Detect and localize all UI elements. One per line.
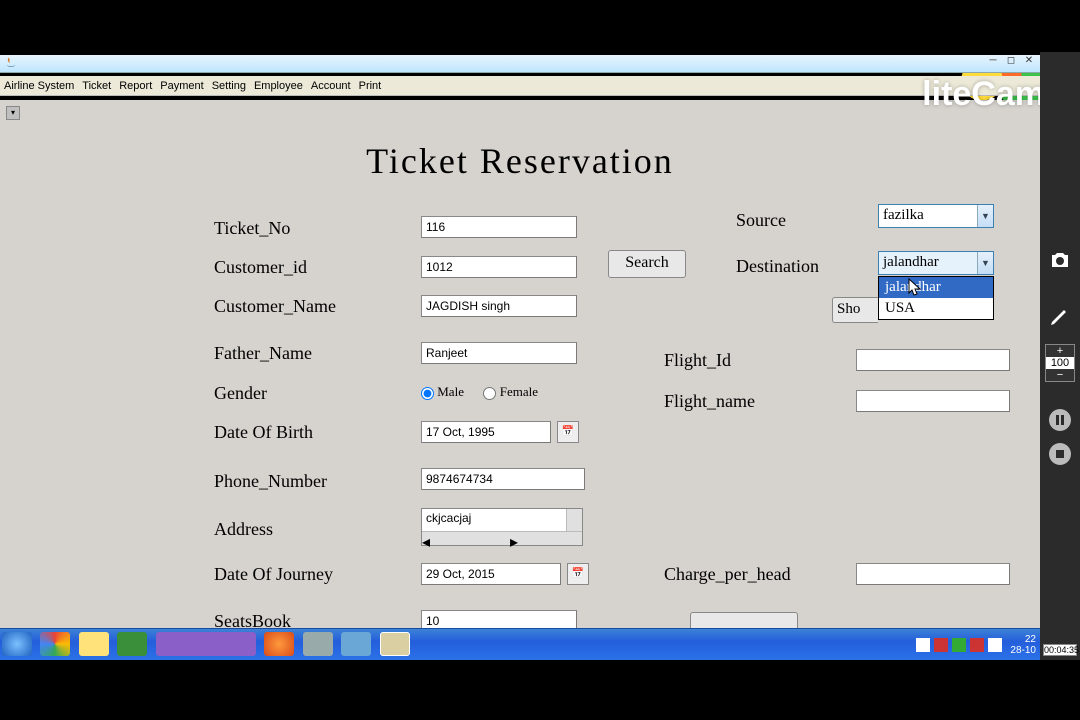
app-icon-1[interactable] [117,632,147,656]
pencil-icon[interactable] [1045,304,1075,334]
doj-input[interactable] [421,563,561,585]
source-value: fazilka [883,207,924,224]
java-icon [4,56,18,70]
stop-icon[interactable] [1045,442,1075,472]
flight-id-input[interactable] [856,349,1010,371]
destination-combo[interactable]: jalandhar ▼ [878,251,994,275]
customer-id-input[interactable] [421,256,577,278]
record-timer: 00:04:35 [1043,644,1077,656]
litecam-watermark: liteCam [922,75,1045,114]
gender-female-label: Female [500,384,538,399]
chrome-icon[interactable] [40,632,70,656]
label-customer-id: Customer_id [214,257,307,278]
menu-account[interactable]: Account [311,80,351,92]
label-phone: Phone_Number [214,471,327,492]
label-address: Address [214,519,273,540]
app-icon-2[interactable] [303,632,333,656]
address-text: ckjcacjaj [426,511,471,525]
menu-payment[interactable]: Payment [160,80,203,92]
dob-input[interactable] [421,421,551,443]
dob-calendar-icon[interactable]: 📅 [557,421,579,443]
charge-input[interactable] [856,563,1010,585]
toolbar: ▾ [0,100,1040,120]
customer-name-input[interactable] [421,295,577,317]
label-destination: Destination [736,256,819,277]
label-flight-id: Flight_Id [664,350,731,371]
gender-male-label: Male [437,384,464,399]
letterbox-bottom [0,660,1080,720]
toolbar-dropdown-icon[interactable]: ▾ [6,106,20,120]
label-source: Source [736,210,786,231]
zoom-in-icon[interactable]: + [1046,345,1074,357]
menubar: Airline System Ticket Report Payment Set… [0,76,1040,96]
menu-report[interactable]: Report [119,80,152,92]
clock-date: 28-10 [1010,645,1036,656]
address-scroll-horizontal[interactable]: ◂ ▸ [422,531,582,545]
taskbar: 22 28-10 [0,628,1040,660]
gender-male-radio[interactable] [421,387,434,400]
address-scroll-vertical[interactable] [566,509,582,531]
tray-icon[interactable] [916,638,930,652]
dropdown-option-usa[interactable]: USA [879,298,993,319]
menu-employee[interactable]: Employee [254,80,303,92]
clock-time: 22 [1010,634,1036,645]
label-ticket-no: Ticket_No [214,218,290,239]
volume-icon[interactable] [988,638,1002,652]
label-doj: Date Of Journey [214,564,333,585]
chevron-down-icon: ▼ [977,205,993,227]
system-tray: 22 28-10 [914,629,1036,661]
menu-ticket[interactable]: Ticket [82,80,111,92]
label-gender: Gender [214,383,267,404]
tray-icon[interactable] [934,638,948,652]
destination-dropdown-list: jalandhar USA [878,276,994,320]
recorder-toolbar: + 100 − 00:04:35 [1040,52,1080,660]
doj-calendar-icon[interactable]: 📅 [567,563,589,585]
letterbox-top [0,0,1080,52]
page-title: Ticket Reservation [0,140,1040,182]
pause-icon[interactable] [1045,408,1075,438]
taskbar-item[interactable] [156,632,256,656]
label-customer-name: Customer_Name [214,296,336,317]
label-dob: Date Of Birth [214,422,313,443]
close-button[interactable]: ✕ [1020,55,1038,69]
explorer-icon[interactable] [79,632,109,656]
zoom-out-icon[interactable]: − [1046,369,1074,381]
dropdown-option-jalandhar[interactable]: jalandhar [879,277,993,298]
app-icon-3[interactable] [341,632,371,656]
search-button[interactable]: Search [608,250,686,278]
form-panel [0,120,1040,628]
maximize-button[interactable]: ◻ [1002,55,1020,69]
java-app-icon[interactable] [380,632,410,656]
address-textarea[interactable]: ckjcacjaj ◂ ▸ [421,508,583,546]
ie-icon[interactable] [2,632,32,656]
camera-icon[interactable] [1045,248,1075,278]
tray-icon[interactable] [970,638,984,652]
phone-input[interactable] [421,468,585,490]
menu-print[interactable]: Print [359,80,382,92]
menu-airline-system[interactable]: Airline System [4,80,74,92]
chevron-down-icon: ▼ [977,252,993,274]
label-flight-name: Flight_name [664,391,755,412]
father-name-input[interactable] [421,342,577,364]
window-titlebar: ─ ◻ ✕ [0,55,1040,73]
minimize-button[interactable]: ─ [984,55,1002,69]
zoom-control[interactable]: + 100 − [1045,344,1075,382]
flight-name-input[interactable] [856,390,1010,412]
zoom-value: 100 [1046,357,1074,369]
menu-setting[interactable]: Setting [212,80,246,92]
label-charge: Charge_per_head [664,564,791,585]
source-combo[interactable]: fazilka ▼ [878,204,994,228]
destination-value: jalandhar [883,254,939,271]
show-button-partial[interactable]: Sho [832,297,878,323]
tray-icon[interactable] [952,638,966,652]
firefox-icon[interactable] [264,632,294,656]
gender-radio-group: Male Female [421,384,538,400]
label-father-name: Father_Name [214,343,312,364]
ticket-no-input[interactable] [421,216,577,238]
gender-female-radio[interactable] [483,387,496,400]
